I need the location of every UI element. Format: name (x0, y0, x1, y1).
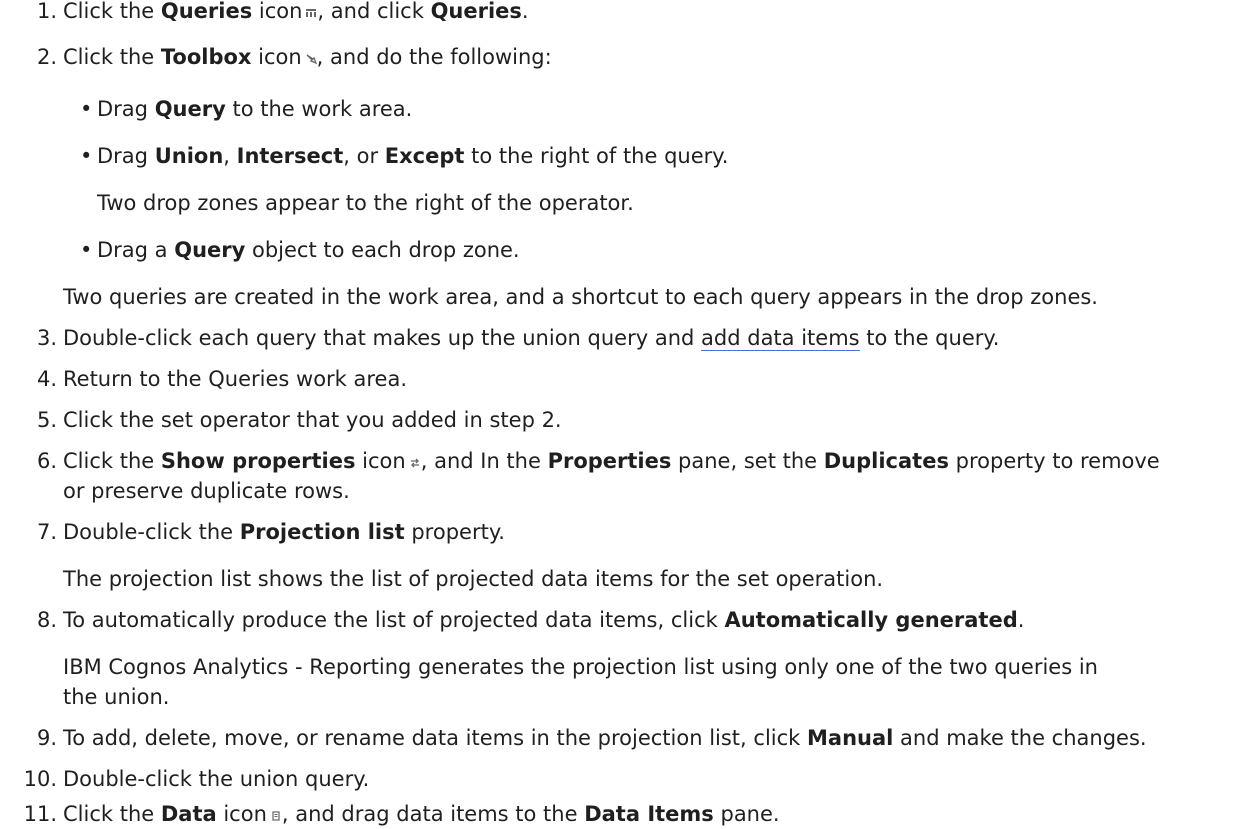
step-text: Click the Queries icon, and click Querie… (63, 0, 529, 23)
step-number: 10. (23, 767, 57, 791)
step-text: Click the set operator that you added in… (63, 408, 562, 432)
toolbox-icon[interactable] (305, 53, 317, 65)
step-number: 6. (36, 449, 57, 473)
step-number: 9. (36, 726, 57, 750)
step-text: Double-click the union query. (63, 767, 370, 791)
step-number: 8. (36, 608, 57, 632)
step-result: Two queries are created in the work area… (63, 285, 1098, 309)
step-text: Double-click the Projection list propert… (63, 520, 505, 544)
list-item: • Drag Union, Intersect, or Except to the… (80, 144, 729, 168)
bullet-note: Two drop zones appear to the right of th… (97, 191, 634, 215)
step-number: 2. (36, 45, 57, 69)
step-number: 4. (36, 367, 57, 391)
step-text: Double-click each query that makes up th… (63, 326, 1000, 351)
list-item: • Drag Query to the work area. (80, 97, 413, 121)
step-text: Return to the Queries work area. (63, 367, 408, 391)
procedure-document: 1. Click the Queries icon, and click Que… (0, 0, 1256, 826)
step-number: 5. (36, 408, 57, 432)
step-text: Click the Toolbox icon, and do the follo… (63, 45, 552, 69)
show-properties-icon[interactable] (409, 457, 421, 469)
step-text: Click the Show properties icon, and In t… (63, 449, 1160, 473)
step-result-continued: the union. (63, 685, 170, 709)
step-number: 7. (36, 520, 57, 544)
step-number: 1. (36, 0, 57, 23)
step-result: IBM Cognos Analytics - Reporting generat… (63, 655, 1098, 679)
step-text: To add, delete, move, or rename data ite… (63, 726, 1147, 750)
step-number: 11. (23, 802, 57, 826)
add-data-items-link[interactable]: add data items (701, 326, 860, 351)
step-6-continued: or preserve duplicate rows. (63, 479, 350, 503)
queries-icon[interactable] (305, 7, 317, 19)
step-number: 3. (36, 326, 57, 350)
step-text: To automatically produce the list of pro… (63, 608, 1025, 632)
step-result: The projection list shows the list of pr… (63, 567, 884, 591)
data-icon[interactable] (270, 810, 282, 822)
list-item: • Drag a Query object to each drop zone. (80, 238, 520, 262)
step-text: Click the Data icon, and drag data items… (63, 802, 780, 826)
